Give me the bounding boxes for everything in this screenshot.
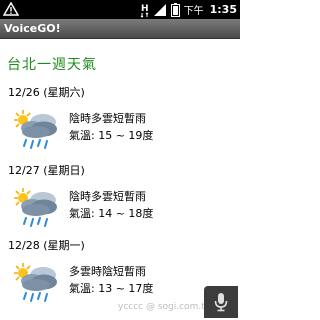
forecast-day: 12/26 (星期六) 陰時多雲短暫雨 氣溫: 15 ~ 19度 — [0, 84, 240, 166]
forecast-date: 12/26 (星期六) — [8, 86, 85, 99]
page-title: 台北一週天氣 — [7, 57, 97, 73]
status-bar: H 下午 1:35 — [0, 0, 240, 19]
battery-icon — [170, 2, 180, 17]
cloudy-sun-rain-icon — [14, 188, 57, 227]
status-time: 1:35 — [209, 3, 237, 16]
watermark: ycccc @ sogi.com.tw — [118, 302, 213, 312]
microphone-icon — [214, 293, 228, 312]
forecast-condition: 多雲時陰短暫雨 — [69, 265, 146, 278]
forecast-condition: 陰時多雲短暫雨 — [69, 190, 146, 203]
warning-icon — [3, 2, 19, 16]
network-h-icon: H — [140, 4, 149, 18]
forecast-condition: 陰時多雲短暫雨 — [69, 112, 146, 125]
forecast-day: 12/27 (星期日) 陰時多雲短暫雨 氣溫: 14 ~ 18度 — [0, 162, 240, 244]
voice-input-button[interactable] — [204, 286, 238, 318]
forecast-temperature: 氣溫: 14 ~ 18度 — [69, 207, 154, 220]
cloudy-sun-rain-icon — [14, 263, 57, 302]
forecast-temperature: 氣溫: 13 ~ 17度 — [69, 282, 154, 295]
app-title: VoiceGO! — [4, 22, 61, 35]
app-title-bar: VoiceGO! — [0, 19, 240, 39]
svg-text:H: H — [141, 4, 149, 14]
signal-icon — [153, 3, 166, 16]
forecast-date: 12/27 (星期日) — [8, 164, 85, 177]
forecast-date: 12/28 (星期一) — [8, 239, 85, 252]
forecast-temperature: 氣溫: 15 ~ 19度 — [69, 129, 154, 142]
status-ampm: 下午 — [183, 6, 204, 17]
weather-content[interactable]: 台北一週天氣 12/26 (星期六) 陰時多雲短暫雨 氣溫: 15 ~ 19度 … — [0, 40, 240, 320]
cloudy-sun-rain-icon — [14, 110, 57, 149]
